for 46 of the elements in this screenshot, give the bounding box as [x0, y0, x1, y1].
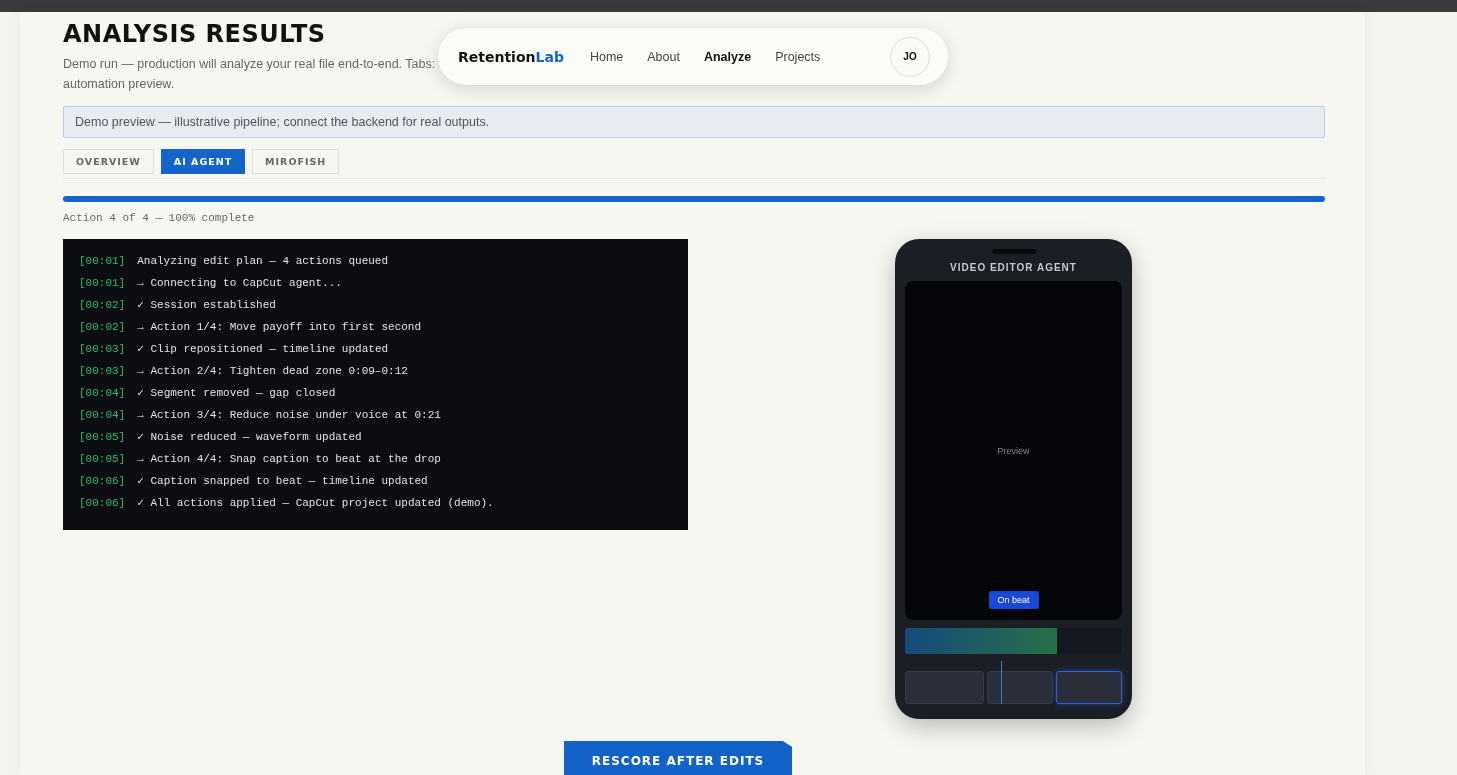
notice-banner: Demo preview — illustrative pipeline; connect the backend for real outputs. [63, 106, 1325, 138]
log-message: → Connecting to CapCut agent... [137, 277, 342, 289]
log-message: → Action 2/4: Tighten dead zone 0:09–0:12 [137, 365, 408, 377]
log-message: → Action 1/4: Move payoff into first second [137, 321, 422, 333]
description-text: Demo run — production will analyze your real file end-to-end. Tabs: automation preview. [63, 56, 436, 93]
timeline-clip[interactable] [1055, 671, 1122, 704]
log-message: ✓ Segment removed — gap closed [137, 387, 336, 399]
timeline-clip[interactable] [905, 671, 984, 704]
log-message: ✓ All actions applied — CapCut project updated (demo). [137, 497, 494, 509]
log-message: ✓ Noise reduced — waveform updated [137, 431, 362, 443]
phone-notch [991, 249, 1036, 254]
logo[interactable]: RetentionLab [458, 48, 564, 65]
log-timestamp: [00:06] [79, 475, 126, 487]
log-message: ✓ Clip repositioned — timeline updated [137, 343, 389, 355]
log-message: → Action 4/4: Snap caption to beat at the drop [137, 453, 441, 465]
log-timestamp: [00:05] [79, 431, 126, 443]
log-timestamp: [00:04] [79, 387, 126, 399]
nav-link[interactable]: Analyze [703, 49, 752, 64]
tab[interactable]: AI AGENT [160, 149, 246, 174]
nav-link[interactable]: Projects [775, 49, 821, 64]
phone-title: VIDEO EDITOR AGENT [949, 262, 1078, 273]
tab[interactable]: MIROFISH [252, 149, 340, 174]
nav-link[interactable]: Home [589, 49, 624, 64]
log-message: ✓ Session established [137, 299, 276, 311]
tab[interactable]: OVERVIEW [63, 149, 154, 174]
rescore-button[interactable]: RESCORE AFTER EDITS [564, 741, 792, 775]
page-title: ANALYSIS RESULTS [63, 20, 327, 48]
log-timestamp: [00:02] [79, 299, 126, 311]
log-timestamp: [00:03] [79, 365, 126, 377]
caption-chip: On beat [988, 591, 1039, 609]
log-timestamp: [00:01] [79, 255, 126, 267]
preview-label: Preview [997, 445, 1030, 456]
log-timestamp: [00:04] [79, 409, 126, 421]
log-timestamp: [00:02] [79, 321, 126, 333]
log-timestamp: [00:03] [79, 343, 126, 355]
log-timestamp: [00:06] [79, 497, 126, 509]
log-message: → Action 3/4: Reduce noise under voice at 0:21 [137, 409, 441, 421]
log-message: ✓ Caption snapped to beat — timeline updated [137, 475, 428, 487]
log-timestamp: [00:01] [79, 277, 126, 289]
progress-caption: Action 4 of 4 — 100% complete [63, 212, 256, 224]
timeline-clip[interactable] [986, 671, 1053, 704]
log-timestamp: [00:05] [79, 453, 126, 465]
nav-link[interactable]: About [647, 49, 680, 64]
playhead-line [1001, 661, 1002, 704]
avatar[interactable]: JO [890, 36, 930, 77]
log-message: Analyzing edit plan — 4 actions queued [137, 255, 389, 267]
